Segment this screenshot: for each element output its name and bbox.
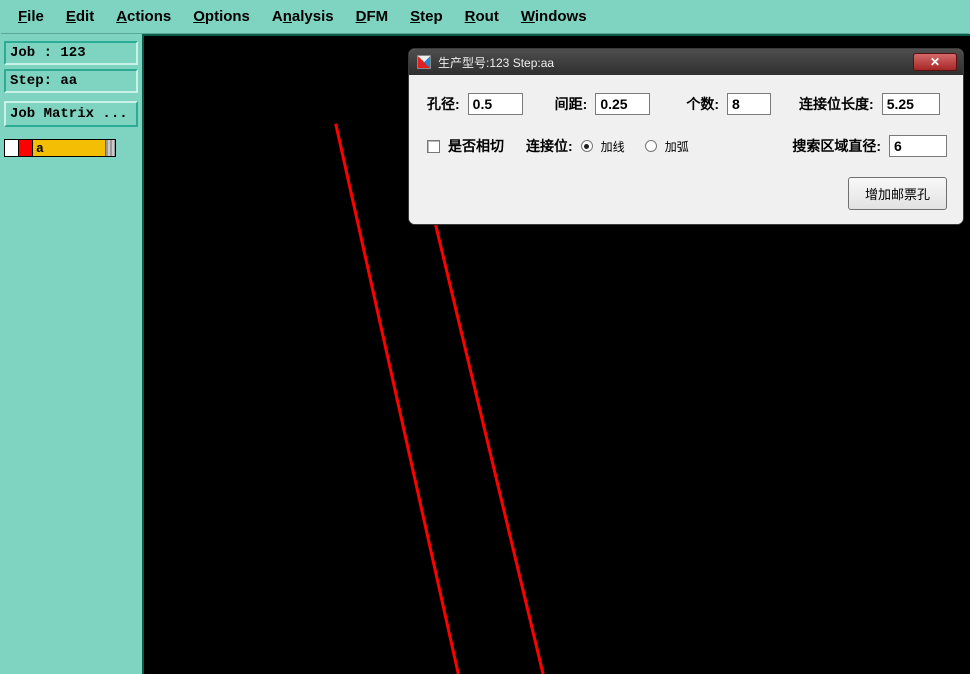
tangent-label: 是否相切 <box>448 136 504 156</box>
job-matrix-button[interactable]: Job Matrix ... <box>4 101 138 127</box>
search-diameter-label: 搜索区域直径: <box>792 136 881 156</box>
close-icon[interactable]: ✕ <box>913 53 957 71</box>
tangent-checkbox[interactable] <box>427 140 440 153</box>
dialog-app-icon <box>417 55 431 69</box>
menu-analysis[interactable]: Analysis <box>272 8 334 25</box>
dialog-body: 孔径: 间距: 个数: 连接位长度: 是否相切 连接位: 加线 加弧 搜索区域直… <box>409 75 963 224</box>
menu-dfm[interactable]: DFM <box>356 8 389 25</box>
spacing-input[interactable] <box>595 93 650 115</box>
count-input[interactable] <box>727 93 771 115</box>
menu-step[interactable]: Step <box>410 8 443 25</box>
add-stamp-hole-button[interactable]: 增加邮票孔 <box>848 177 947 210</box>
job-info: Job : 123 <box>4 41 138 65</box>
menu-rout[interactable]: Rout <box>465 8 499 25</box>
step-info: Step: aa <box>4 69 138 93</box>
left-panel: Job : 123 Step: aa Job Matrix ... a <box>0 34 142 674</box>
menubar: File Edit Actions Options Analysis DFM S… <box>0 0 970 33</box>
count-label: 个数: <box>686 94 719 114</box>
spacing-label: 间距: <box>555 94 588 114</box>
menu-edit[interactable]: Edit <box>66 8 94 25</box>
aperture-label: 孔径: <box>427 94 460 114</box>
layer-row[interactable]: a <box>4 139 116 157</box>
layer-swatch-white <box>5 140 19 156</box>
aperture-input[interactable] <box>468 93 523 115</box>
radio-add-arc[interactable] <box>645 140 657 152</box>
connection-length-label: 连接位长度: <box>799 94 874 114</box>
search-diameter-input[interactable] <box>889 135 947 157</box>
radio-add-arc-label: 加弧 <box>665 138 689 155</box>
layer-drag-handle[interactable] <box>105 140 115 156</box>
route-line-2 <box>433 215 543 674</box>
radio-add-line-label: 加线 <box>601 138 625 155</box>
menu-actions[interactable]: Actions <box>116 8 171 25</box>
dialog-titlebar[interactable]: 生产型号:123 Step:aa ✕ <box>409 49 963 75</box>
stamp-hole-dialog: 生产型号:123 Step:aa ✕ 孔径: 间距: 个数: 连接位长度: 是否… <box>408 48 964 225</box>
menu-windows[interactable]: Windows <box>521 8 587 25</box>
connection-position-label: 连接位: <box>526 136 573 156</box>
connection-length-input[interactable] <box>882 93 940 115</box>
layer-swatch-red <box>19 140 33 156</box>
layer-label: a <box>33 141 105 156</box>
menu-file[interactable]: File <box>18 8 44 25</box>
menu-options[interactable]: Options <box>193 8 250 25</box>
dialog-title: 生产型号:123 Step:aa <box>438 54 906 71</box>
radio-add-line[interactable] <box>581 140 593 152</box>
